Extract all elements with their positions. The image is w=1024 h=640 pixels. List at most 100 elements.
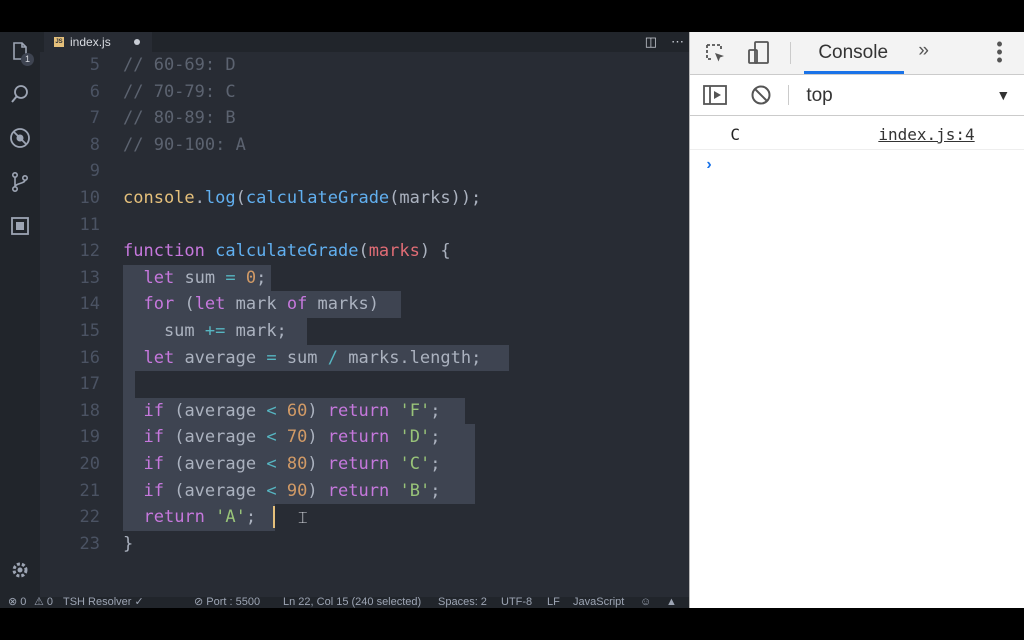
code-text: // 70-79: C	[123, 81, 236, 102]
code-line[interactable]: 19 if (average < 70) return 'D';	[40, 424, 690, 451]
line-number: 19	[79, 427, 100, 448]
line-number: 11	[79, 214, 100, 235]
js-file-icon: JS	[54, 37, 64, 47]
split-editor-icon[interactable]: ◫	[645, 34, 657, 50]
code-line[interactable]: 11	[40, 212, 690, 239]
code-line[interactable]: 12 function calculateGrade(marks) {	[40, 238, 690, 265]
activity-bar: 1	[0, 32, 40, 597]
code-line[interactable]: 14 for (let mark of marks)	[40, 291, 690, 318]
code-line[interactable]: 9	[40, 158, 690, 185]
language-mode[interactable]: JavaScript	[573, 597, 624, 608]
status-bar: ⊗ 0 ⚠ 0 TSH Resolver ✓ ⊘ Port : 5500 Ln …	[0, 597, 690, 608]
indentation[interactable]: Spaces: 2	[438, 597, 487, 608]
line-number: 16	[79, 347, 100, 368]
code-text: let sum = 0;	[143, 267, 267, 288]
tab-index-js[interactable]: JS index.js	[44, 32, 152, 52]
more-actions-icon[interactable]: ⋯	[671, 34, 684, 50]
code-line[interactable]: 13 let sum = 0;	[40, 264, 690, 292]
cursor-position[interactable]: Ln 22, Col 15 (240 selected)	[283, 597, 421, 608]
text-cursor	[273, 506, 275, 529]
context-selector[interactable]: top	[806, 85, 832, 107]
error-count[interactable]: ⊗ 0	[8, 597, 26, 608]
code-line[interactable]: 10 console.log(calculateGrade(marks));	[40, 185, 690, 212]
context-dropdown-icon[interactable]: ▼	[996, 87, 1010, 103]
show-sidebar-icon[interactable]	[702, 83, 728, 107]
line-number: 14	[79, 294, 100, 315]
code-line[interactable]: 22 return 'A';	[40, 504, 690, 531]
line-number: 17	[79, 374, 100, 395]
line-ending[interactable]: LF	[547, 597, 560, 608]
extensions-icon[interactable]	[8, 214, 32, 238]
feedback-smiley-icon[interactable]: ☺	[640, 597, 651, 608]
encoding[interactable]: UTF-8	[501, 597, 532, 608]
line-number: 23	[79, 533, 100, 554]
source-control-icon[interactable]	[8, 170, 32, 194]
tsh-resolver[interactable]: TSH Resolver ✓	[63, 597, 144, 608]
code-line[interactable]: 5 // 60-69: D	[40, 52, 690, 79]
code-line[interactable]: 23}	[40, 531, 690, 558]
code-text: if (average < 90) return 'B';	[143, 480, 441, 501]
warning-count[interactable]: ⚠ 0	[34, 597, 53, 608]
line-number: 15	[79, 321, 100, 341]
code-text: let average = sum / marks.length;	[143, 347, 482, 368]
code-editor[interactable]: 5 // 60-69: D 6 // 70-79: C 7 // 80-89: B 8 // …	[40, 52, 690, 597]
explorer-badge: 1	[21, 53, 34, 66]
files-icon[interactable]: 1	[8, 40, 34, 66]
devtools-menu-icon[interactable]: • • •	[996, 35, 1002, 69]
notifications-bell-icon[interactable]: ▲	[666, 597, 677, 608]
code-line[interactable]: 17	[40, 371, 690, 398]
code-line[interactable]: 6 // 70-79: C	[40, 79, 690, 106]
mouse-ibeam-icon: ⌶	[298, 508, 308, 528]
line-number: 12	[79, 241, 100, 262]
search-icon[interactable]	[8, 82, 32, 106]
line-number: 22	[79, 507, 100, 528]
code-text: sum += mark;	[123, 321, 287, 341]
unsaved-dot-icon[interactable]	[134, 39, 140, 45]
device-toolbar-icon[interactable]	[746, 40, 772, 66]
line-number: 7	[89, 108, 100, 129]
selection-highlight	[123, 371, 135, 398]
more-tabs-icon[interactable]: »	[918, 40, 929, 62]
screen: 1 JS index.js ◫ ⋯ 5 // 60-69: D 6 // 70-…	[0, 32, 1024, 608]
code-text: // 60-69: D	[123, 55, 236, 75]
code-text: // 90-100: A	[123, 134, 246, 155]
active-tab-indicator	[804, 71, 905, 74]
code-text: return 'A';	[143, 507, 257, 528]
code-text: // 80-89: B	[123, 108, 236, 129]
tab-bar: JS index.js ◫ ⋯	[40, 32, 690, 52]
code-line[interactable]: 21 if (average < 90) return 'B';	[40, 477, 690, 505]
line-number: 20	[79, 454, 100, 474]
inspect-element-icon[interactable]	[704, 42, 728, 66]
tab-console[interactable]: Console	[818, 42, 888, 64]
editor-actions: ◫ ⋯	[645, 34, 684, 50]
code-text: console.log(calculateGrade(marks));	[123, 188, 482, 208]
code-line[interactable]: 7 // 80-89: B	[40, 105, 690, 132]
code-text: if (average < 80) return 'C';	[143, 454, 441, 474]
line-number: 10	[79, 188, 100, 208]
tab-label: index.js	[70, 35, 111, 49]
code-line[interactable]: 18 if (average < 60) return 'F';	[40, 397, 690, 425]
debug-icon[interactable]	[8, 126, 32, 150]
code-text: for (let mark of marks)	[143, 294, 379, 315]
code-text: }	[123, 533, 134, 554]
code-line[interactable]: 16 let average = sum / marks.length;	[40, 344, 690, 372]
console-toolbar: top ▼	[690, 75, 1024, 116]
live-server-port[interactable]: ⊘ Port : 5500	[194, 597, 260, 608]
console-prompt-icon[interactable]: ›	[706, 156, 711, 174]
code-text: if (average < 70) return 'D';	[143, 427, 441, 448]
code-line[interactable]: 20 if (average < 80) return 'C';	[40, 451, 690, 478]
code-text: function calculateGrade(marks) {	[123, 241, 451, 262]
log-source-link[interactable]: index.js:4	[878, 125, 974, 144]
code-line[interactable]: 15 sum += mark;	[40, 318, 690, 345]
devtools-toolbar: Console » • • •	[690, 32, 1024, 75]
line-number: 8	[89, 134, 100, 155]
line-number: 5	[89, 55, 100, 75]
line-number: 6	[89, 81, 100, 102]
code-text: if (average < 60) return 'F';	[143, 400, 441, 421]
line-number: 13	[79, 267, 100, 288]
devtools-panel: Console » • • • top ▼ C index.js:4 ›	[689, 32, 1024, 608]
code-line[interactable]: 8 // 90-100: A	[40, 132, 690, 159]
line-number: 18	[79, 400, 100, 421]
clear-console-icon[interactable]	[750, 84, 772, 106]
gear-icon[interactable]	[8, 558, 32, 582]
